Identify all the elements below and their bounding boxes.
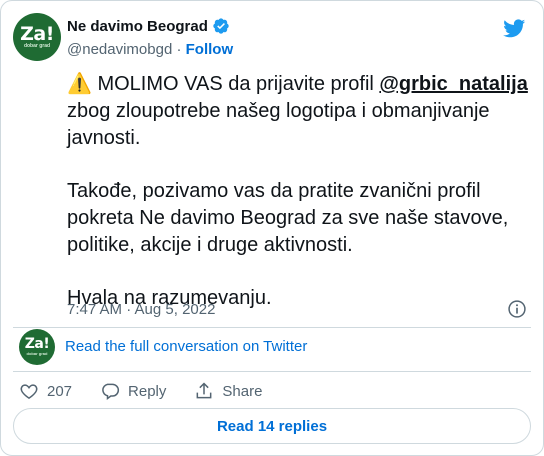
author-name-row: Ne davimo Beograd xyxy=(67,17,230,35)
read-conversation-link[interactable]: Read the full conversation on Twitter xyxy=(65,338,307,355)
reply-label: Reply xyxy=(128,382,167,400)
share-icon xyxy=(196,382,212,399)
tweet-text: ⚠️ MOLIMO VAS da prijavite profil @grbic… xyxy=(67,71,537,312)
tweet-paragraph-2: Takođe, pozivamo vas da pratite zvanični… xyxy=(67,180,514,256)
conversation-avatar[interactable]: Za! dobar grad xyxy=(19,329,55,365)
divider xyxy=(13,327,531,328)
like-count: 207 xyxy=(47,382,73,400)
verified-badge-icon xyxy=(213,18,229,34)
divider xyxy=(13,371,531,372)
tweet-actions: 207 Reply Share xyxy=(19,381,290,401)
avatar-logo-subtext: dobar grad xyxy=(23,43,51,49)
share-label: Share xyxy=(222,382,263,400)
twitter-bird-icon[interactable] xyxy=(502,17,527,39)
handle-row: @nedavimobgd · Follow xyxy=(67,41,233,58)
avatar-logo-text: Za! xyxy=(24,336,50,352)
read-replies-button[interactable]: Read 14 replies xyxy=(13,408,531,444)
account-handle[interactable]: @nedavimobgd xyxy=(67,41,172,58)
info-icon[interactable] xyxy=(507,299,527,319)
tweet-embed-card: Za! dobar grad Ne davimo Beograd @nedavi… xyxy=(0,0,544,456)
tweet-timestamp[interactable]: 7:47 AM · Aug 5, 2022 xyxy=(67,301,215,318)
heart-icon xyxy=(20,384,38,399)
like-button[interactable]: 207 xyxy=(19,381,72,401)
avatar-logo-text: Za! xyxy=(20,23,54,45)
handle-separator: · xyxy=(172,41,186,58)
reply-button[interactable]: Reply xyxy=(100,381,166,401)
tweet-text-part: zbog zloupotrebe našeg logotipa i obmanj… xyxy=(67,100,496,149)
profile-avatar[interactable]: Za! dobar grad xyxy=(13,13,61,61)
tweet-paragraph-1: ⚠️ MOLIMO VAS da prijavite profil @grbic… xyxy=(67,71,537,152)
share-button[interactable]: Share xyxy=(194,381,262,401)
display-name[interactable]: Ne davimo Beograd xyxy=(67,18,208,35)
follow-button[interactable]: Follow xyxy=(186,41,234,58)
reply-icon xyxy=(102,383,120,400)
warning-emoji: ⚠️ xyxy=(67,73,92,95)
avatar-logo-subtext: dobar grad xyxy=(26,351,48,356)
tweet-text-part: MOLIMO VAS da prijavite profil xyxy=(91,73,380,95)
mention-link[interactable]: @grbic_natalija xyxy=(379,73,527,95)
